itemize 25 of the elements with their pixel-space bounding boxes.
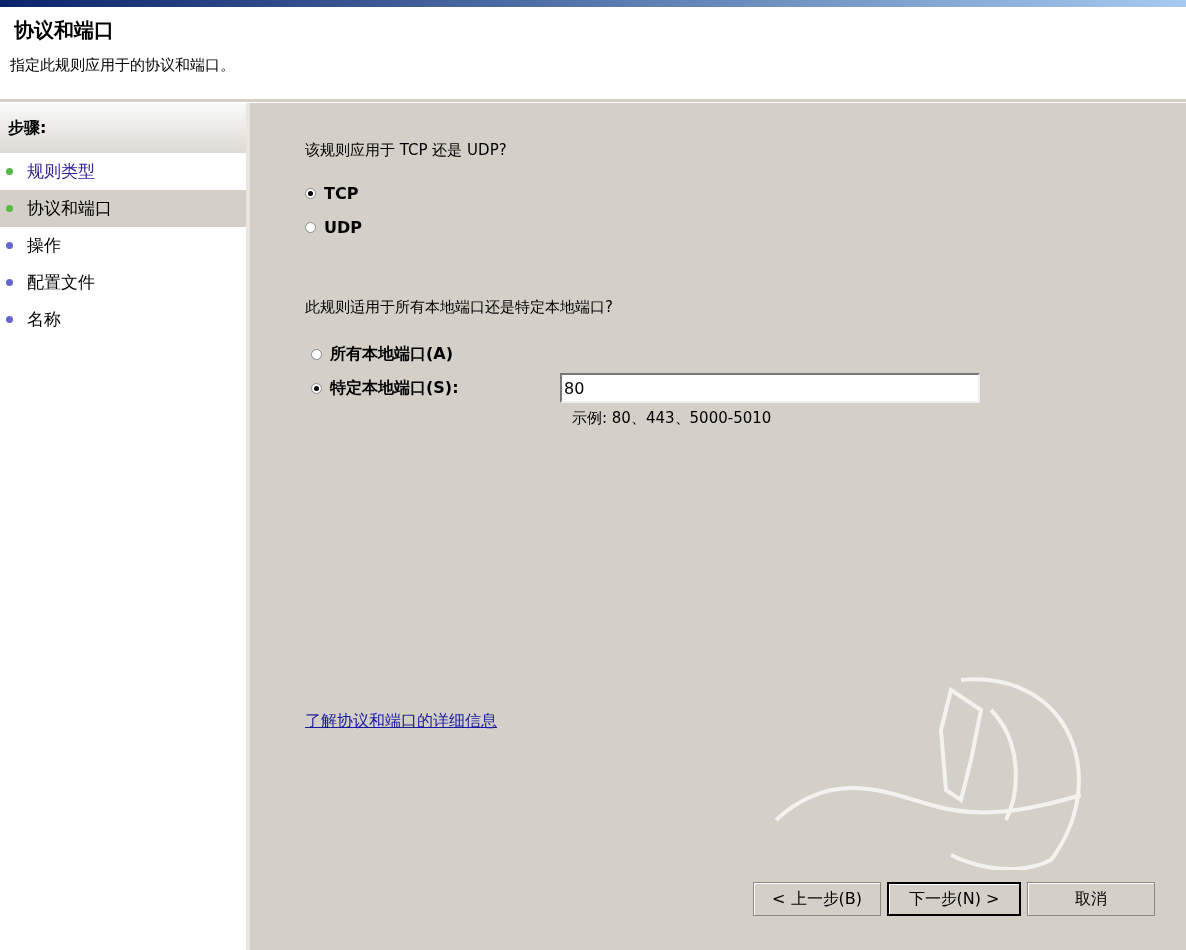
step-label: 操作 [27, 234, 61, 257]
question-text: 该规则应用于 TCP 还是 UDP? [305, 141, 508, 160]
radio-button[interactable]: TCP [305, 176, 1186, 210]
wizard-button[interactable]: 取消 [1027, 882, 1155, 916]
page-title: 协议和端口 [13, 17, 115, 44]
step-label: 协议和端口 [27, 197, 112, 220]
step-item[interactable]: 配置文件 [0, 264, 246, 301]
step-item[interactable]: 协议和端口 [0, 190, 246, 227]
question-text: 此规则适用于所有本地端口还是特定本地端口? [305, 298, 614, 317]
step-label: 名称 [27, 308, 61, 331]
radio-button[interactable]: 特定本地端口(S): [311, 371, 459, 405]
step-item[interactable]: 规则类型 [0, 153, 246, 190]
step-label: 配置文件 [27, 271, 95, 294]
steps-heading: 步骤: [0, 103, 246, 153]
radio-button[interactable]: UDP [305, 210, 1186, 244]
port-input[interactable]: 80 [560, 373, 980, 403]
example-hint: 示例: 80、443、5000-5010 [572, 409, 773, 428]
help-link[interactable]: 了解协议和端口的详细信息 [305, 711, 497, 732]
step-label: 规则类型 [27, 160, 95, 183]
page-subtitle: 指定此规则应用于的协议和端口。 [10, 56, 236, 75]
step-item[interactable]: 名称 [0, 301, 246, 338]
step-item[interactable]: 操作 [0, 227, 246, 264]
wizard-button[interactable]: 下一步(N) > [887, 882, 1021, 916]
wizard-button[interactable]: < 上一步(B) [753, 882, 881, 916]
radio-button[interactable]: 所有本地端口(A) [311, 337, 1186, 371]
